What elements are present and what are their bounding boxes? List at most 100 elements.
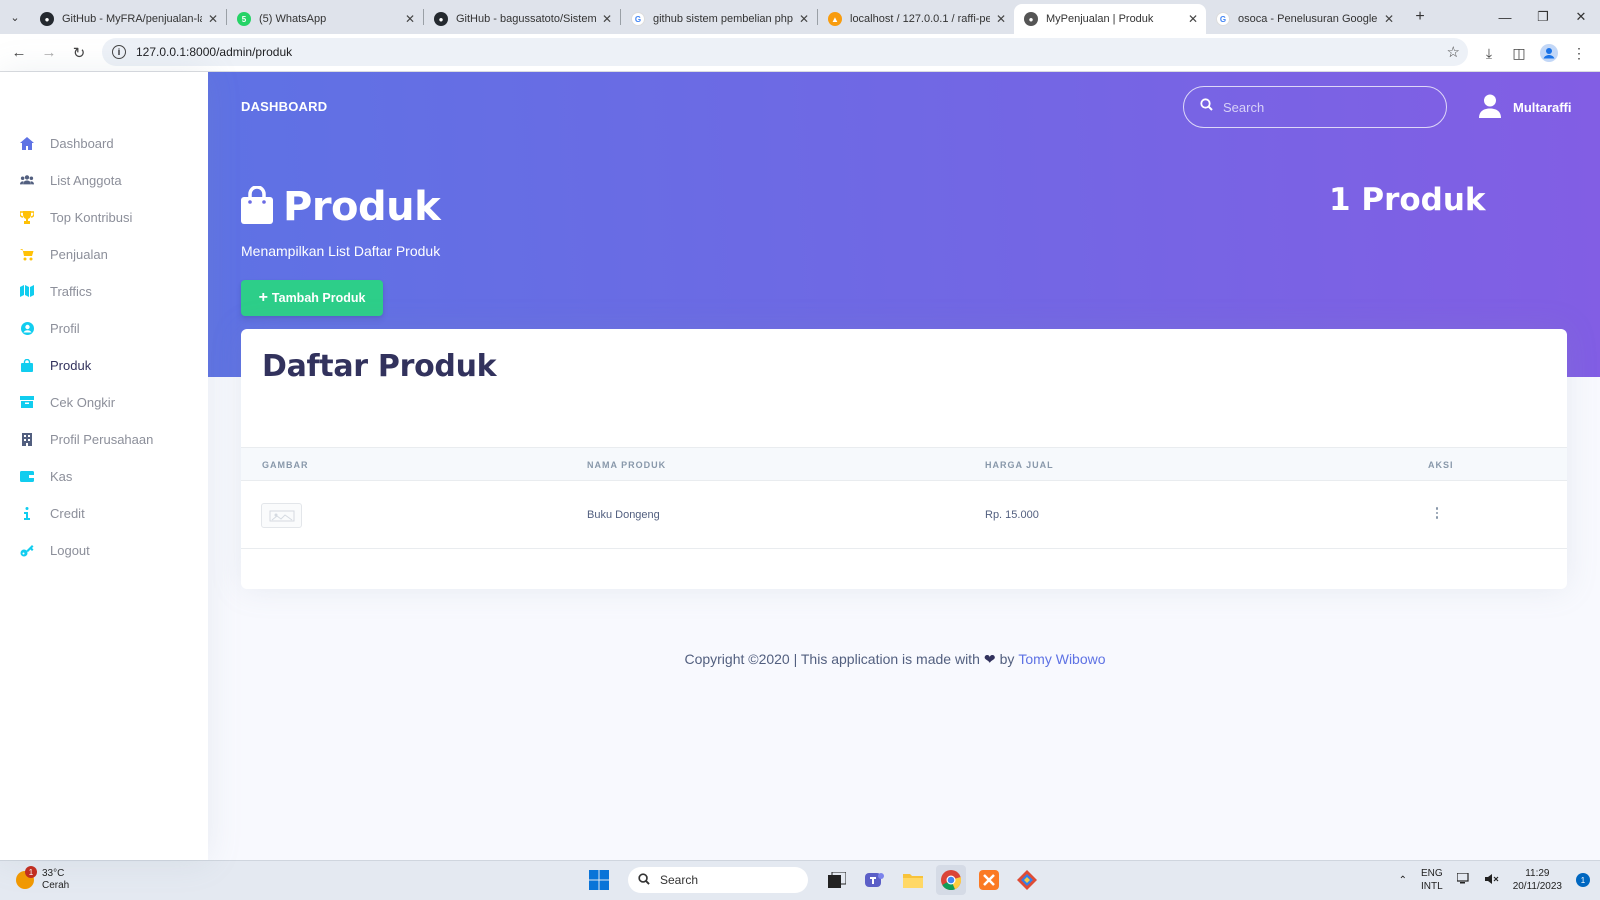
sidebar-item-credit[interactable]: Credit bbox=[0, 496, 208, 530]
sidebar-item-label: Dashboard bbox=[50, 135, 114, 151]
sidebar-item-profil[interactable]: Profil bbox=[0, 311, 208, 345]
network-icon[interactable] bbox=[1456, 871, 1471, 888]
download-icon[interactable]: ⤓ bbox=[1474, 38, 1504, 68]
footer-by: by bbox=[999, 651, 1015, 667]
clock[interactable]: 11:29 20/11/2023 bbox=[1513, 867, 1562, 893]
new-tab-plus-icon[interactable]: + bbox=[1406, 8, 1434, 26]
close-icon[interactable]: ✕ bbox=[1384, 12, 1394, 26]
user-menu[interactable]: Multaraffi bbox=[1479, 94, 1572, 121]
minimize-icon[interactable]: — bbox=[1486, 0, 1524, 34]
product-count: 1 Produk bbox=[1329, 182, 1486, 218]
add-product-button[interactable]: + Tambah Produk bbox=[241, 280, 383, 316]
close-icon[interactable]: ✕ bbox=[405, 12, 415, 26]
window-close-icon[interactable]: ✕ bbox=[1562, 0, 1600, 34]
side-panel-icon[interactable]: ◫ bbox=[1504, 38, 1534, 68]
sidebar-item-penjualan[interactable]: Penjualan bbox=[0, 237, 208, 271]
box-icon bbox=[20, 395, 34, 409]
teams-icon[interactable] bbox=[860, 865, 890, 895]
table-header: GAMBAR NAMA PRODUK HARGA JUAL AKSI bbox=[241, 447, 1567, 481]
speaker-muted-icon[interactable] bbox=[1484, 873, 1499, 888]
tab-label: github sistem pembelian phpm bbox=[653, 13, 793, 25]
browser-tab[interactable]: ● GitHub - bagussatoto/Sistem-P ✕ bbox=[424, 4, 620, 34]
building-icon bbox=[20, 432, 34, 446]
menu-kebab-icon[interactable]: ⋮ bbox=[1564, 38, 1594, 68]
product-name: Buku Dongeng bbox=[587, 509, 660, 521]
map-icon bbox=[20, 284, 34, 298]
notification-badge[interactable]: 1 bbox=[1576, 873, 1590, 887]
users-icon bbox=[20, 173, 34, 187]
tab-label: GitHub - MyFRA/penjualan-lara bbox=[62, 13, 202, 25]
sidebar-item-label: Penjualan bbox=[50, 246, 108, 262]
sidebar-item-top-kontribusi[interactable]: Top Kontribusi bbox=[0, 200, 208, 234]
tab-label: osoca - Penelusuran Google bbox=[1238, 13, 1378, 25]
sidebar-item-label: Top Kontribusi bbox=[50, 209, 133, 225]
sidebar-item-label: Produk bbox=[50, 357, 92, 373]
task-view-icon[interactable] bbox=[822, 865, 852, 895]
chrome-icon[interactable] bbox=[936, 865, 966, 895]
sidebar-item-profil-perusahaan[interactable]: Profil Perusahaan bbox=[0, 422, 208, 456]
browser-tab-active[interactable]: ● MyPenjualan | Produk ✕ bbox=[1014, 4, 1206, 34]
file-explorer-icon[interactable] bbox=[898, 865, 928, 895]
add-product-label: Tambah Produk bbox=[271, 291, 366, 305]
shopping-bag-icon bbox=[241, 184, 273, 229]
sidebar-item-dashboard[interactable]: Dashboard bbox=[0, 126, 208, 160]
taskbar-search[interactable]: Search bbox=[628, 867, 808, 893]
key-icon bbox=[20, 543, 34, 557]
user-avatar-icon bbox=[1479, 94, 1501, 121]
footer-author-link[interactable]: Tomy Wibowo bbox=[1018, 651, 1105, 668]
home-icon bbox=[20, 136, 34, 150]
sidebar-item-label: Logout bbox=[50, 542, 90, 558]
site-icon: ● bbox=[1024, 12, 1038, 26]
back-arrow-icon[interactable]: ← bbox=[4, 38, 34, 68]
browser-tab[interactable]: G osoca - Penelusuran Google ✕ bbox=[1206, 4, 1402, 34]
close-icon[interactable]: ✕ bbox=[799, 12, 809, 26]
column-header-nama-produk: NAMA PRODUK bbox=[587, 460, 667, 470]
weather-widget[interactable]: 1 33°C Cerah bbox=[16, 866, 70, 892]
site-info-icon[interactable]: i bbox=[112, 45, 126, 59]
user-circle-icon bbox=[20, 321, 34, 335]
system-tray: ⌃ ENG INTL 11:29 20/11/2023 1 bbox=[1399, 867, 1590, 893]
profile-icon[interactable] bbox=[1534, 38, 1564, 68]
sidebar-item-cek-ongkir[interactable]: Cek Ongkir bbox=[0, 385, 208, 419]
row-actions-kebab-icon[interactable] bbox=[1432, 505, 1442, 521]
heart-icon: ❤ bbox=[983, 651, 996, 667]
url-omnibox[interactable]: i 127.0.0.1:8000/admin/produk ☆ bbox=[102, 38, 1468, 66]
bookmark-star-icon[interactable]: ☆ bbox=[1447, 43, 1460, 61]
sun-icon: 1 bbox=[16, 866, 37, 889]
github-icon: ● bbox=[40, 12, 54, 26]
reload-icon[interactable]: ↻ bbox=[64, 38, 94, 68]
phpmyadmin-icon: ▲ bbox=[828, 12, 842, 26]
dashboard-link[interactable]: DASHBOARD bbox=[241, 99, 327, 114]
sidebar-item-produk[interactable]: Produk bbox=[0, 348, 208, 382]
git-app-icon[interactable] bbox=[1012, 865, 1042, 895]
windows-start-icon[interactable] bbox=[584, 865, 614, 895]
search-input[interactable] bbox=[1223, 99, 1423, 115]
close-icon[interactable]: ✕ bbox=[602, 12, 612, 26]
close-icon[interactable]: ✕ bbox=[996, 12, 1006, 26]
close-icon[interactable]: ✕ bbox=[1188, 12, 1198, 26]
search-box[interactable] bbox=[1183, 86, 1447, 128]
chevron-up-icon[interactable]: ⌃ bbox=[1399, 875, 1407, 886]
weather-desc: Cerah bbox=[42, 880, 70, 891]
forward-arrow-icon[interactable]: → bbox=[34, 38, 64, 68]
sidebar-item-traffics[interactable]: Traffics bbox=[0, 274, 208, 308]
browser-tab[interactable]: 5 (5) WhatsApp ✕ bbox=[227, 4, 423, 34]
tab-label: (5) WhatsApp bbox=[259, 13, 327, 25]
browser-tab[interactable]: ● GitHub - MyFRA/penjualan-lara ✕ bbox=[30, 4, 226, 34]
xampp-icon[interactable] bbox=[974, 865, 1004, 895]
sidebar-item-list-anggota[interactable]: List Anggota bbox=[0, 163, 208, 197]
column-header-gambar: GAMBAR bbox=[262, 460, 309, 470]
sidebar-item-label: Profil Perusahaan bbox=[50, 431, 154, 447]
card-title: Daftar Produk bbox=[262, 349, 497, 384]
github-icon: ● bbox=[434, 12, 448, 26]
close-icon[interactable]: ✕ bbox=[208, 12, 218, 26]
url-text: 127.0.0.1:8000/admin/produk bbox=[136, 45, 293, 59]
sidebar-item-kas[interactable]: Kas bbox=[0, 459, 208, 493]
browser-tab[interactable]: G github sistem pembelian phpm ✕ bbox=[621, 4, 817, 34]
tab-search-chevron-icon[interactable]: ⌄ bbox=[0, 0, 30, 34]
info-icon bbox=[20, 506, 34, 520]
sidebar-item-logout[interactable]: Logout bbox=[0, 533, 208, 567]
browser-tab[interactable]: ▲ localhost / 127.0.0.1 / raffi-pen ✕ bbox=[818, 4, 1014, 34]
language-indicator[interactable]: ENG INTL bbox=[1421, 867, 1443, 893]
restore-icon[interactable]: ❐ bbox=[1524, 0, 1562, 34]
